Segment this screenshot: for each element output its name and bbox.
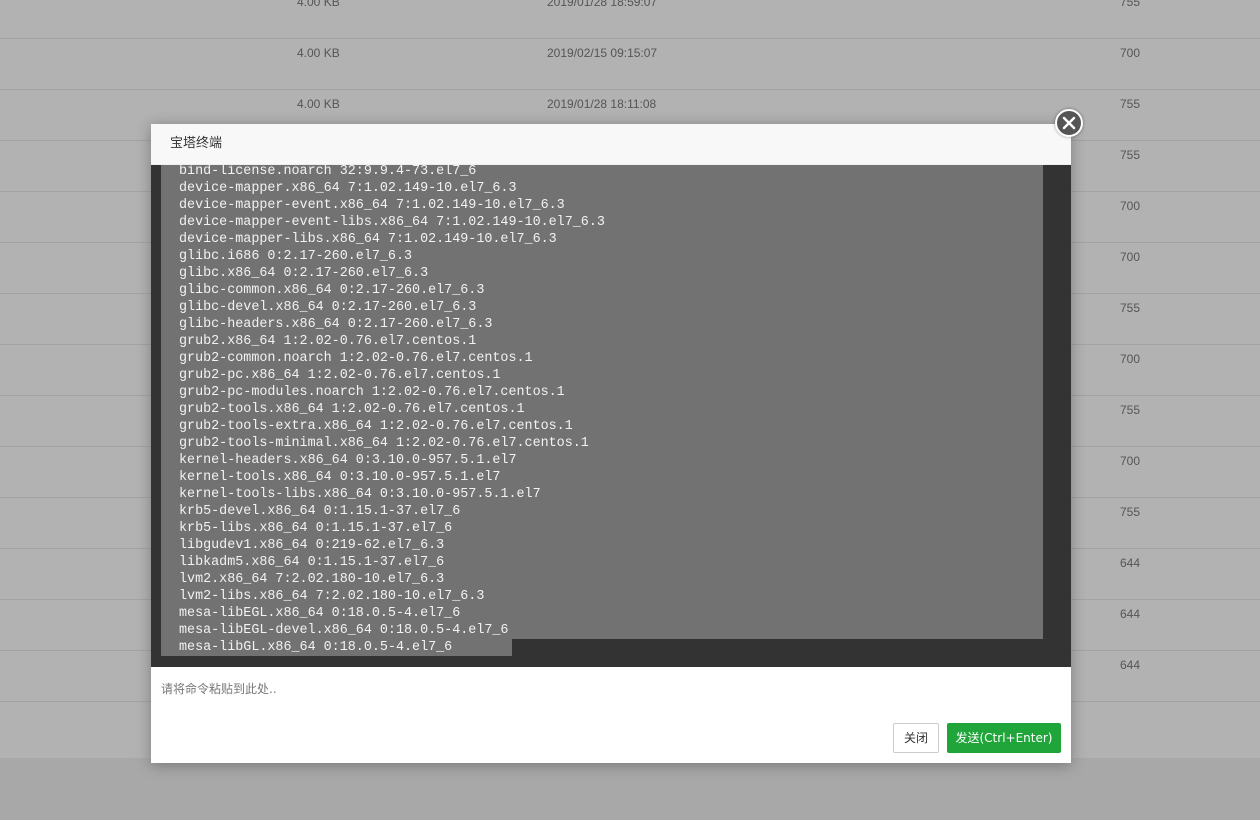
terminal-line: kernel-headers.x86_64 0:3.10.0-957.5.1.e…: [161, 452, 1043, 469]
page-footer: [0, 758, 1260, 820]
permission: 755: [1120, 148, 1141, 162]
permission: 700: [1120, 199, 1141, 213]
terminal-dialog: 宝塔终端 bind-license.noarch 32:9.9.4-73.el7…: [151, 109, 1083, 763]
terminal-line: glibc.x86_64 0:2.17-260.el7_6.3: [161, 265, 1043, 282]
terminal-lines: bind-license.noarch 32:9.9.4-73.el7_6 dev…: [161, 165, 1043, 656]
command-input[interactable]: [151, 667, 1071, 717]
permission: 755: [1120, 0, 1141, 9]
table-row[interactable]: 4.00 KB 2019/02/15 09:15:07 700: [0, 40, 1260, 90]
terminal-line: device-mapper-libs.x86_64 7:1.02.149-10.…: [161, 231, 1043, 248]
terminal-line: lvm2-libs.x86_64 7:2.02.180-10.el7_6.3: [161, 588, 1043, 605]
permission: 755: [1120, 403, 1141, 417]
permission: 700: [1120, 46, 1141, 60]
permission: 644: [1120, 607, 1141, 621]
terminal-line: grub2-common.noarch 1:2.02-0.76.el7.cent…: [161, 350, 1043, 367]
table-row[interactable]: 4.00 KB 2019/01/28 18:59:07 755: [0, 0, 1260, 39]
terminal-output[interactable]: bind-license.noarch 32:9.9.4-73.el7_6 dev…: [151, 165, 1071, 667]
permission: 755: [1120, 301, 1141, 315]
modified-date: 2019/02/15 09:15:07: [547, 46, 658, 60]
close-button[interactable]: 关闭: [893, 723, 939, 753]
terminal-line: grub2.x86_64 1:2.02-0.76.el7.centos.1: [161, 333, 1043, 350]
terminal-line: kernel-tools.x86_64 0:3.10.0-957.5.1.el7: [161, 469, 1043, 486]
terminal-line: libkadm5.x86_64 0:1.15.1-37.el7_6: [161, 554, 1043, 571]
permission: 700: [1120, 454, 1141, 468]
terminal-line: mesa-libEGL.x86_64 0:18.0.5-4.el7_6: [161, 605, 1043, 622]
terminal-line: glibc-headers.x86_64 0:2.17-260.el7_6.3: [161, 316, 1043, 333]
terminal-line: krb5-devel.x86_64 0:1.15.1-37.el7_6: [161, 503, 1043, 520]
terminal-line: grub2-tools-minimal.x86_64 1:2.02-0.76.e…: [161, 435, 1043, 452]
permission: 644: [1120, 556, 1141, 570]
file-size: 4.00 KB: [297, 0, 340, 9]
permission: 755: [1120, 97, 1141, 111]
terminal-line: lvm2.x86_64 7:2.02.180-10.el7_6.3: [161, 571, 1043, 588]
modified-date: 2019/01/28 18:11:08: [547, 97, 657, 111]
send-button[interactable]: 发送(Ctrl+Enter): [947, 723, 1061, 753]
terminal-line: glibc-common.x86_64 0:2.17-260.el7_6.3: [161, 282, 1043, 299]
terminal-line: mesa-libEGL-devel.x86_64 0:18.0.5-4.el7_…: [161, 622, 1043, 639]
terminal-line: kernel-tools-libs.x86_64 0:3.10.0-957.5.…: [161, 486, 1043, 503]
terminal-line: grub2-tools-extra.x86_64 1:2.02-0.76.el7…: [161, 418, 1043, 435]
dialog-title: 宝塔终端: [151, 124, 1071, 165]
modified-date: 2019/01/28 18:59:07: [547, 0, 658, 9]
permission: 755: [1120, 505, 1141, 519]
close-icon[interactable]: [1055, 109, 1083, 137]
terminal-line: libgudev1.x86_64 0:219-62.el7_6.3: [161, 537, 1043, 554]
terminal-line: glibc.i686 0:2.17-260.el7_6.3: [161, 248, 1043, 265]
terminal-line: grub2-tools.x86_64 1:2.02-0.76.el7.cento…: [161, 401, 1043, 418]
terminal-line: device-mapper-event.x86_64 7:1.02.149-10…: [161, 197, 1043, 214]
terminal-line: bind-license.noarch 32:9.9.4-73.el7_6: [161, 165, 1043, 180]
terminal-line: grub2-pc.x86_64 1:2.02-0.76.el7.centos.1: [161, 367, 1043, 384]
terminal-line: krb5-libs.x86_64 0:1.15.1-37.el7_6: [161, 520, 1043, 537]
terminal-line: mesa-libGL.x86_64 0:18.0.5-4.el7_6: [161, 639, 512, 656]
file-size: 4.00 KB: [297, 46, 340, 60]
terminal-line: grub2-pc-modules.noarch 1:2.02-0.76.el7.…: [161, 384, 1043, 401]
permission: 700: [1120, 352, 1141, 366]
file-size: 4.00 KB: [297, 97, 340, 111]
permission: 700: [1120, 250, 1141, 264]
permission: 644: [1120, 658, 1141, 672]
terminal-line: device-mapper-event-libs.x86_64 7:1.02.1…: [161, 214, 1043, 231]
terminal-line: device-mapper.x86_64 7:1.02.149-10.el7_6…: [161, 180, 1043, 197]
terminal-line: glibc-devel.x86_64 0:2.17-260.el7_6.3: [161, 299, 1043, 316]
